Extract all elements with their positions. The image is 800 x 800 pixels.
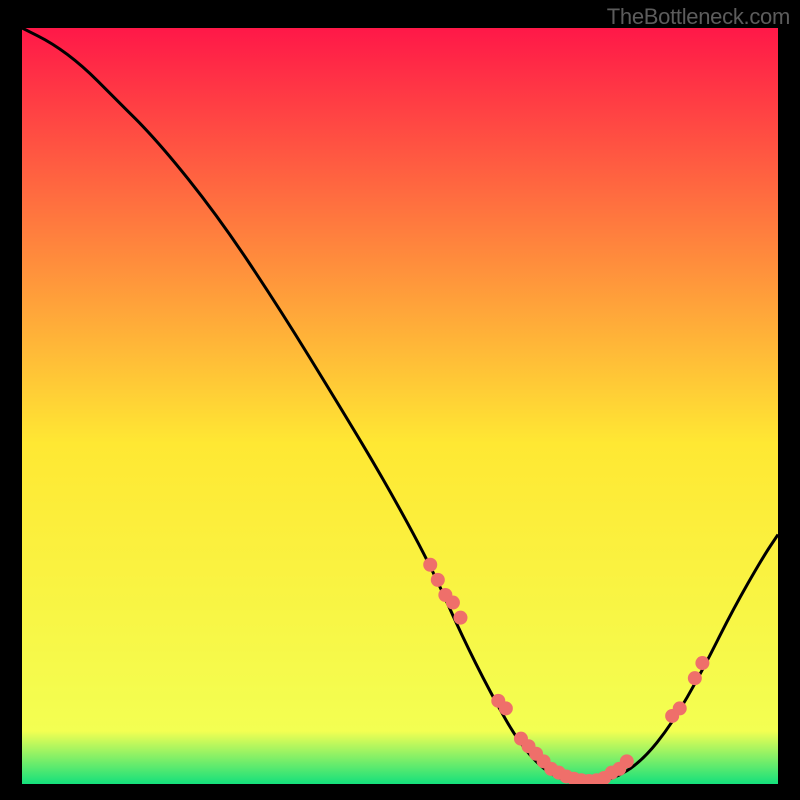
curve-marker <box>620 754 634 768</box>
gradient-background <box>22 28 778 784</box>
chart-svg <box>22 28 778 784</box>
curve-marker <box>688 671 702 685</box>
curve-marker <box>446 596 460 610</box>
curve-marker <box>499 701 513 715</box>
curve-marker <box>453 611 467 625</box>
curve-marker <box>695 656 709 670</box>
chart-frame: TheBottleneck.com <box>0 0 800 800</box>
curve-marker <box>673 701 687 715</box>
curve-marker <box>423 558 437 572</box>
attribution-text: TheBottleneck.com <box>607 4 790 30</box>
plot-area <box>22 28 778 784</box>
curve-marker <box>431 573 445 587</box>
